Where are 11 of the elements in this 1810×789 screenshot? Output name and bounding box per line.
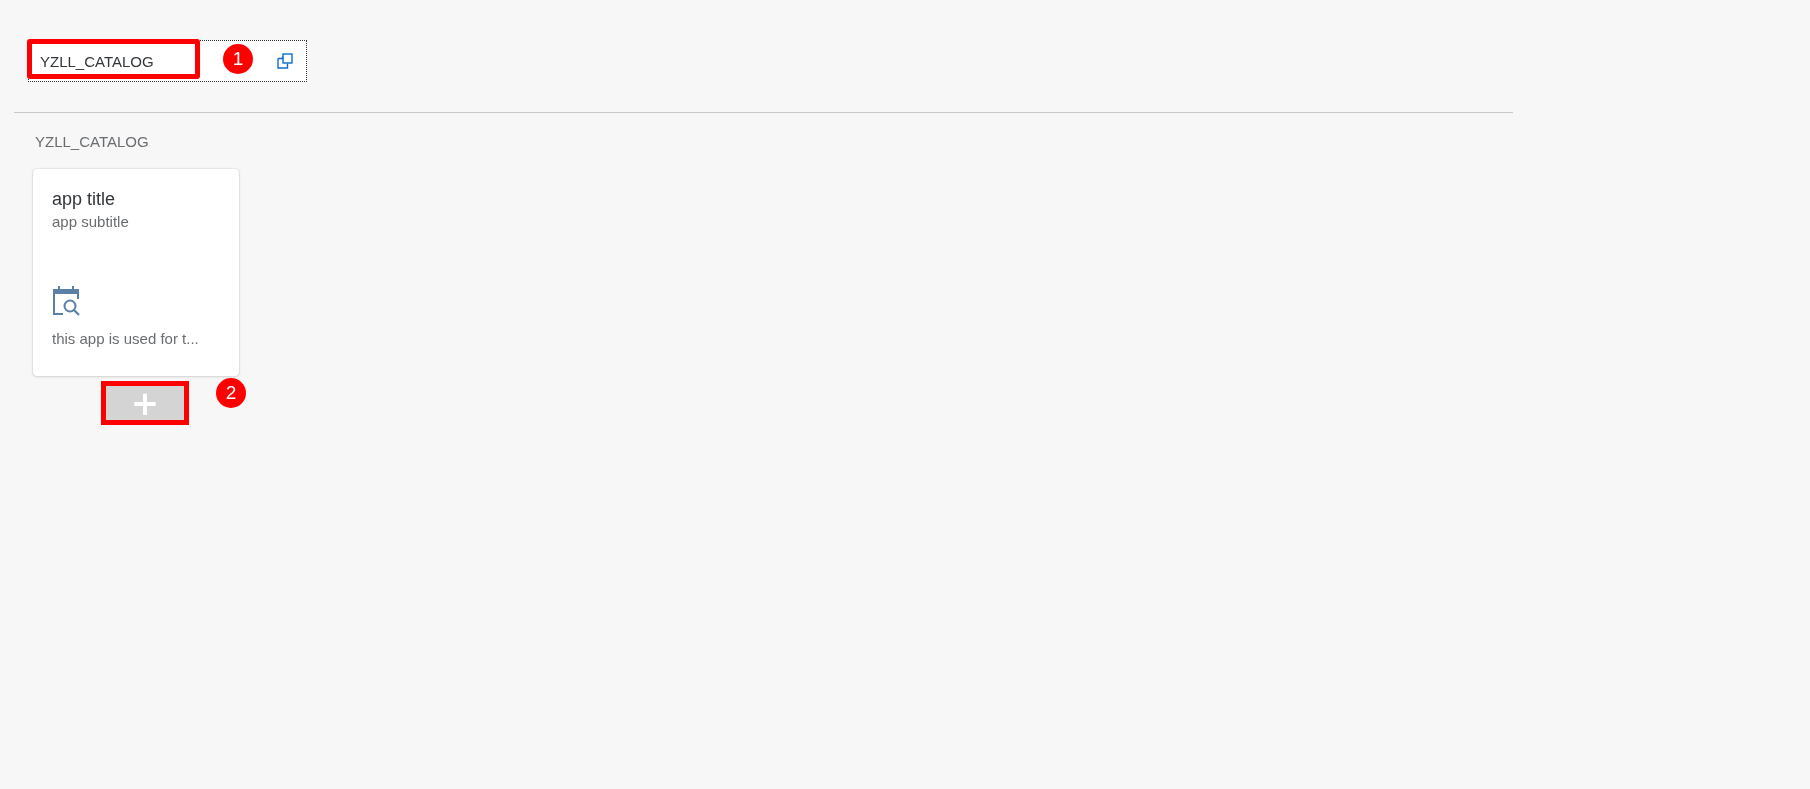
catalog-field[interactable]: YZLL_CATALOG 1 xyxy=(28,40,307,82)
callout-badge: 1 xyxy=(223,44,253,74)
callout-badge: 2 xyxy=(216,378,246,408)
section-title: YZLL_CATALOG xyxy=(35,133,150,150)
calendar-search-icon xyxy=(52,284,82,316)
copy-icon[interactable] xyxy=(277,53,293,69)
tile-subtitle: app subtitle xyxy=(52,213,130,230)
field-value: YZLL_CATALOG xyxy=(40,53,154,70)
tile-title: app title xyxy=(52,189,117,210)
app-tile[interactable]: app title app subtitle this app is used for t... xyxy=(33,169,239,376)
tile-footer: this app is used for t... xyxy=(52,330,220,347)
